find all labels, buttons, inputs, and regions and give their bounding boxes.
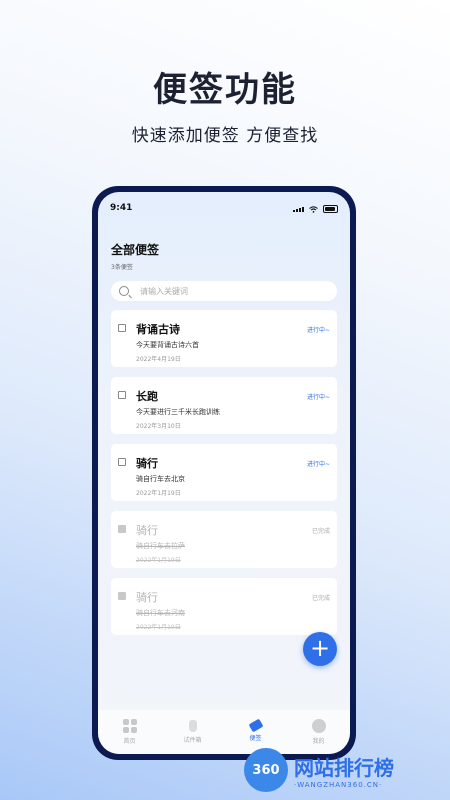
face-icon: [311, 719, 326, 733]
note-desc: 骑自行车去拉萨: [136, 542, 185, 550]
note-checkbox[interactable]: [118, 324, 126, 332]
search-input[interactable]: [138, 285, 322, 297]
tab-label: 便签: [249, 735, 262, 742]
note-card-done[interactable]: 骑行 骑自行车去河南 2022年1月19日 已完成: [111, 578, 337, 635]
watermark-badge: 360: [244, 748, 288, 792]
watermark-url: ·WANGZHAN360.CN·: [294, 780, 383, 789]
note-card[interactable]: 骑行 骑自行车去北京 2022年1月19日 进行中~: [111, 444, 337, 501]
note-desc: 骑自行车去河南: [136, 609, 185, 617]
note-checkbox[interactable]: [118, 391, 126, 399]
hero-title: 便签功能: [153, 70, 297, 110]
note-status: 进行中~: [306, 394, 330, 401]
tab-label: 首页: [123, 738, 136, 745]
signal-icon: [293, 206, 304, 212]
note-status: 已完成: [311, 528, 330, 535]
note-checkbox[interactable]: [118, 592, 126, 600]
tab-label: 我的: [312, 738, 325, 745]
grid-icon: [122, 719, 137, 733]
add-note-button[interactable]: +: [303, 632, 337, 666]
tab-home[interactable]: 首页: [98, 710, 161, 754]
note-status: 已完成: [311, 595, 330, 602]
note-desc: 今天要背诵古诗六首: [136, 341, 199, 349]
note-title: 骑行: [136, 591, 158, 604]
status-icons: [293, 205, 338, 213]
note-card-done[interactable]: 骑行 骑自行车去拉萨 2022年1月19日 已完成: [111, 511, 337, 568]
hero-subtitle: 快速添加便签 方便查找: [131, 126, 319, 146]
note-desc: 今天要进行三千米长跑训练: [136, 408, 220, 416]
note-status: 进行中~: [306, 461, 330, 468]
note-card[interactable]: 长跑 今天要进行三千米长跑训练 2022年3月10日 进行中~: [111, 377, 337, 434]
note-desc: 骑自行车去北京: [136, 475, 185, 483]
note-count: 3条便签: [111, 264, 133, 271]
phone-screen: 9:41 全部便签 3条便签 背诵古诗 今天要背诵古诗六首 2022年4月19日…: [98, 192, 350, 754]
note-checkbox[interactable]: [118, 458, 126, 466]
bottle-icon: [188, 720, 197, 732]
note-date: 2022年3月10日: [136, 423, 181, 430]
search-bar[interactable]: [111, 281, 337, 301]
note-title: 骑行: [136, 524, 158, 537]
watermark-name: 网站排行榜: [294, 755, 394, 780]
note-card[interactable]: 背诵古诗 今天要背诵古诗六首 2022年4月19日 进行中~: [111, 310, 337, 367]
note-date: 2022年1月19日: [136, 490, 181, 497]
note-title: 骑行: [136, 457, 158, 470]
wifi-icon: [309, 205, 318, 213]
page-title: 全部便签: [111, 243, 160, 257]
note-date: 2022年1月19日: [136, 624, 181, 631]
tab-label: 试件箱: [183, 737, 202, 744]
status-time: 9:41: [110, 203, 133, 213]
battery-icon: [323, 205, 338, 213]
note-status: 进行中~: [306, 327, 330, 334]
note-date: 2022年1月19日: [136, 557, 181, 564]
note-checkbox[interactable]: [118, 525, 126, 533]
phone-frame: 9:41 全部便签 3条便签 背诵古诗 今天要背诵古诗六首 2022年4月19日…: [92, 186, 356, 760]
note-title: 长跑: [136, 390, 158, 403]
search-icon: [119, 286, 129, 296]
tag-icon: [248, 718, 263, 733]
tab-test-box[interactable]: 试件箱: [161, 710, 224, 754]
note-date: 2022年4月19日: [136, 356, 181, 363]
note-title: 背诵古诗: [136, 323, 180, 336]
watermark-logo: 360 网站排行榜 ·WANGZHAN360.CN·: [244, 748, 394, 792]
